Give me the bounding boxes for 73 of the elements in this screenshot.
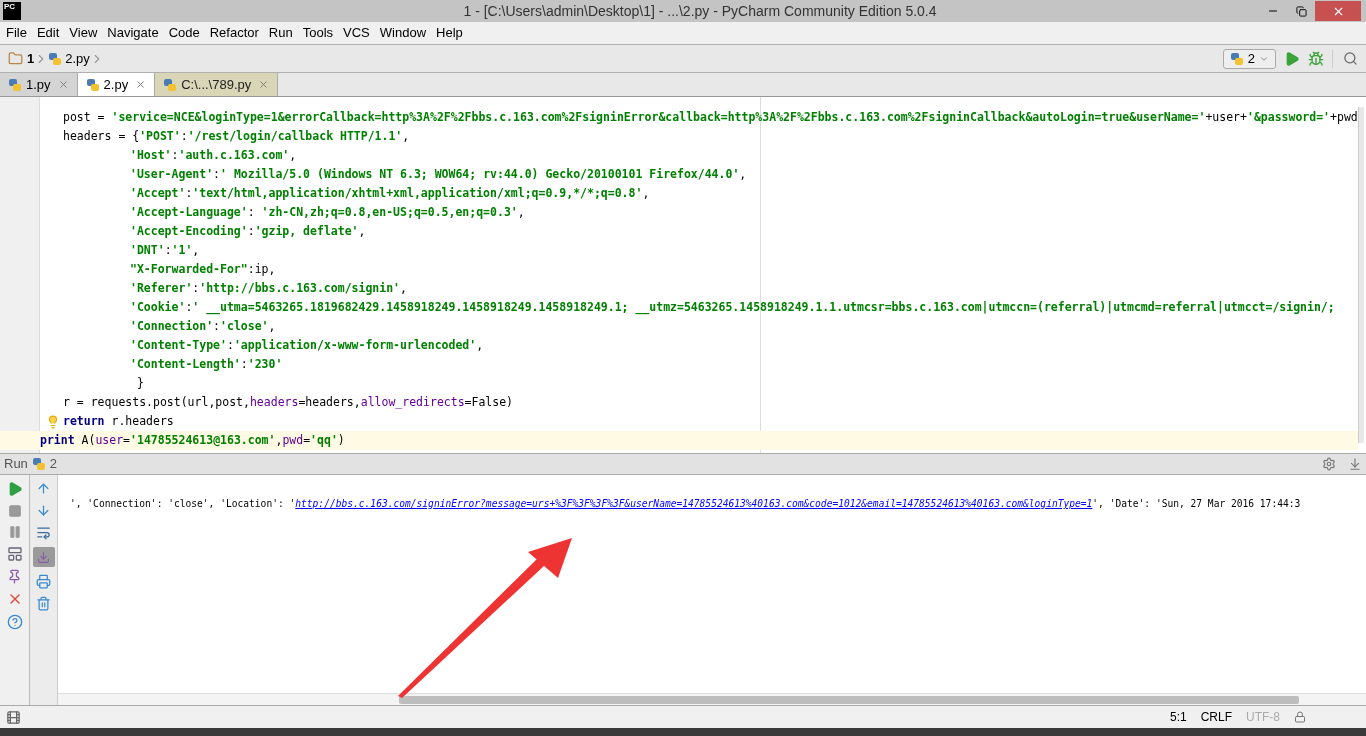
code-line: 'Host':'auth.c.163.com', bbox=[130, 146, 297, 164]
download-icon bbox=[37, 550, 50, 564]
breadcrumb-item[interactable]: 2.py bbox=[65, 48, 90, 69]
menu-item[interactable]: File bbox=[1, 23, 32, 43]
python-file-icon bbox=[1229, 51, 1244, 66]
code-line: 'Accept-Language': 'zh-CN,zh;q=0.8,en-US;q=0.5,en;q=0.3', bbox=[130, 203, 525, 221]
python-file-icon bbox=[85, 77, 100, 92]
down-arrow-icon[interactable] bbox=[36, 503, 51, 518]
app-logo: PC bbox=[3, 2, 21, 20]
lightbulb-icon[interactable] bbox=[46, 414, 60, 429]
code-line: r = requests.post(url,post,headers=headers,allow_redirects=False) bbox=[63, 393, 514, 411]
breadcrumb-item[interactable]: 1 bbox=[27, 48, 35, 69]
python-file-icon bbox=[8, 77, 22, 92]
folder-icon bbox=[8, 51, 23, 66]
pause-icon[interactable] bbox=[7, 525, 22, 539]
console-output: ', 'Connection': 'close', 'Location': 'http://bbs.c.163.com/signinError?message=urs+%3F%3F%3F%3F&userName=14785524613%40163.com&code=1012&email=14785524613%40163.com&loginType=1', 'Date': 'Sun, 27 Mar 2016 17:44:3 bbox=[70, 498, 1301, 509]
debug-icon[interactable] bbox=[1308, 50, 1324, 67]
run-icon[interactable] bbox=[1284, 50, 1300, 67]
code-line: 'Cookie':' __utma=5463265.1819682429.1458918249.1458918249.1458918249.1; __utmz=5463265.1458918249.1.1.utmcsr=bbs.c.163.com|utmccn=(referral)|utmcmd=referral|utmcct=/signin/; bbox=[130, 298, 1335, 317]
menu-item[interactable]: Window bbox=[374, 23, 432, 43]
soft-wrap-icon[interactable] bbox=[36, 525, 51, 540]
pin-icon[interactable] bbox=[7, 569, 22, 584]
close-tab-icon[interactable] bbox=[258, 79, 270, 90]
close-tab-icon[interactable] bbox=[57, 79, 69, 90]
python-file-icon bbox=[163, 77, 178, 92]
editor-tab[interactable]: 1.py bbox=[0, 73, 78, 96]
line-separator[interactable]: CRLF bbox=[1200, 708, 1232, 726]
editor-tab[interactable]: C:\...\789.py bbox=[155, 73, 279, 96]
menu-item[interactable]: Edit bbox=[31, 23, 65, 43]
code-line: 'Content-Type':'application/x-www-form-urlencoded', bbox=[130, 336, 484, 354]
code-line: 'Accept-Encoding':'gzip, deflate', bbox=[130, 222, 366, 240]
trash-icon[interactable] bbox=[36, 596, 51, 611]
python-file-icon bbox=[31, 457, 46, 471]
menu-item[interactable]: Tools bbox=[297, 23, 339, 43]
print-icon[interactable] bbox=[36, 574, 51, 589]
code-line: return r.headers bbox=[63, 412, 174, 430]
run-panel-label: Run bbox=[4, 455, 28, 474]
search-icon[interactable] bbox=[1343, 51, 1358, 66]
cursor-position[interactable]: 5:1 bbox=[1169, 708, 1187, 726]
restore-icon bbox=[1295, 5, 1307, 17]
code-line: 'DNT':'1', bbox=[130, 241, 200, 259]
code-line: 'Content-Length':'230' bbox=[130, 355, 283, 373]
editor-tab[interactable]: 2.py bbox=[77, 73, 156, 96]
code-line: print A(user='14785524613@163.com',pwd='qq') bbox=[40, 431, 345, 449]
window-title: 1 - [C:\Users\admin\Desktop\1] - ...\2.py - PyCharm Community Edition 5.0.4 bbox=[462, 1, 938, 21]
run-config-dropdown[interactable]: 2 bbox=[1222, 48, 1276, 69]
menu-item[interactable]: View bbox=[64, 23, 103, 43]
tool-windows-icon[interactable] bbox=[6, 709, 21, 725]
settings-icon[interactable] bbox=[1322, 457, 1336, 471]
lock-icon[interactable] bbox=[1294, 711, 1306, 723]
scroll-to-end-button[interactable] bbox=[32, 547, 55, 567]
code-line: } bbox=[137, 374, 144, 392]
layout-icon[interactable] bbox=[6, 546, 23, 562]
code-line: 'Accept':'text/html,application/xhtml+xml,application/xml;q=0.9,*/*;q=0.8', bbox=[130, 184, 650, 202]
menu-item[interactable]: Refactor bbox=[204, 23, 264, 43]
stop-icon[interactable] bbox=[7, 504, 22, 518]
run-config-label[interactable]: 2 bbox=[49, 454, 58, 474]
menu-item[interactable]: Code bbox=[163, 23, 205, 43]
horizontal-scrollbar[interactable] bbox=[399, 695, 1299, 704]
close-tab-icon[interactable] bbox=[135, 79, 147, 90]
menu-item[interactable]: Navigate bbox=[102, 23, 164, 43]
code-line: "X-Forwarded-For":ip, bbox=[130, 260, 276, 278]
code-line: post = 'service=NCE&loginType=1&errorCallback=http%3A%2F%2Fbbs.c.163.com%2FsigninError&callback=http%3A%2F%2Fbbs.c.163.com%2FsigninCallback&autoLogin=true&userName='+user+'&password='+pwd bbox=[63, 108, 1358, 126]
code-line: 'Connection':'close', bbox=[130, 317, 276, 335]
hide-panel-icon[interactable] bbox=[1348, 457, 1362, 471]
code-line: 'Referer':'http://bbs.c.163.com/signin', bbox=[130, 279, 407, 297]
menu-item[interactable]: Run bbox=[263, 23, 298, 43]
menu-item[interactable]: Help bbox=[431, 23, 468, 43]
menu-item[interactable]: VCS bbox=[338, 23, 375, 43]
code-line: headers = {'POST':'/rest/login/callback HTTP/1.1', bbox=[63, 127, 410, 145]
code-line: 'User-Agent':' Mozilla/5.0 (Windows NT 6.3; WOW64; rv:44.0) Gecko/20100101 Firefox/44.0', bbox=[130, 165, 747, 183]
python-file-icon bbox=[48, 51, 63, 66]
help-icon[interactable] bbox=[6, 614, 23, 630]
